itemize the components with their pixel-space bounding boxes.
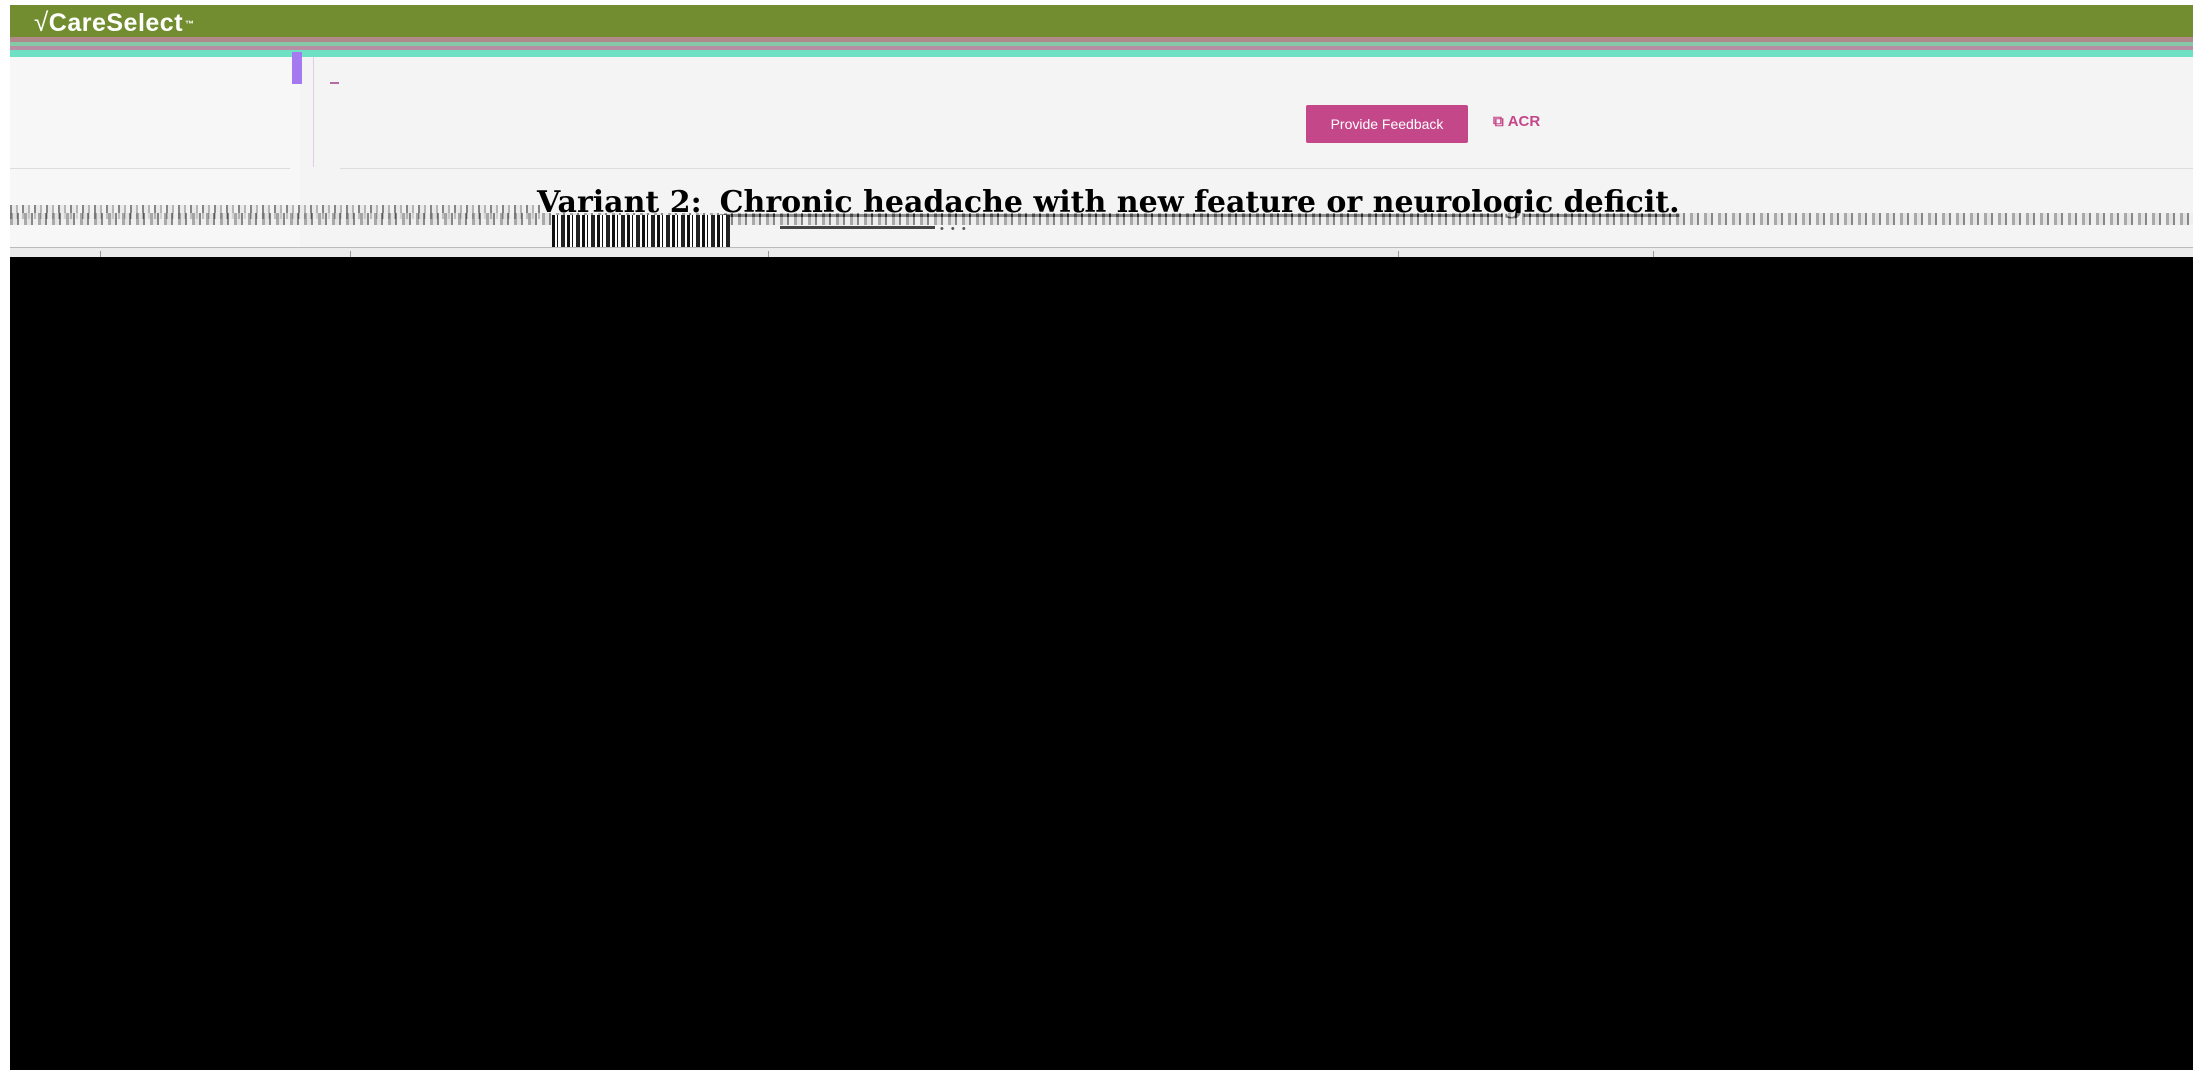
top-header-bar: √CareSelect ™: [10, 5, 2193, 37]
active-tab-underline: [780, 226, 935, 229]
app-window: √CareSelect ™ Provide Feedback ⧉ ACR Varia…: [10, 5, 2193, 1070]
sidebar-resize-handle[interactable]: [292, 52, 302, 84]
trademark-mark: ™: [185, 19, 195, 29]
pane-divider: [313, 57, 314, 167]
careselect-logo: √CareSelect ™: [34, 9, 195, 35]
check-icon: √: [34, 9, 49, 35]
provide-feedback-button[interactable]: Provide Feedback: [1306, 105, 1468, 143]
acr-link-label: ACR: [1507, 113, 1541, 130]
subheader-row: [10, 213, 2193, 225]
more-icon[interactable]: • • •: [940, 223, 968, 235]
redacted-table-body: [10, 257, 2193, 1070]
acr-link[interactable]: ⧉ ACR: [1493, 113, 1540, 130]
header-stripe: [10, 37, 2193, 57]
content-divider: [340, 168, 2193, 169]
sidebar-divider: [10, 168, 290, 169]
external-link-icon: ⧉: [1493, 113, 1504, 130]
logo-text: CareSelect: [48, 9, 184, 35]
collapse-indicator-icon[interactable]: [330, 82, 339, 84]
